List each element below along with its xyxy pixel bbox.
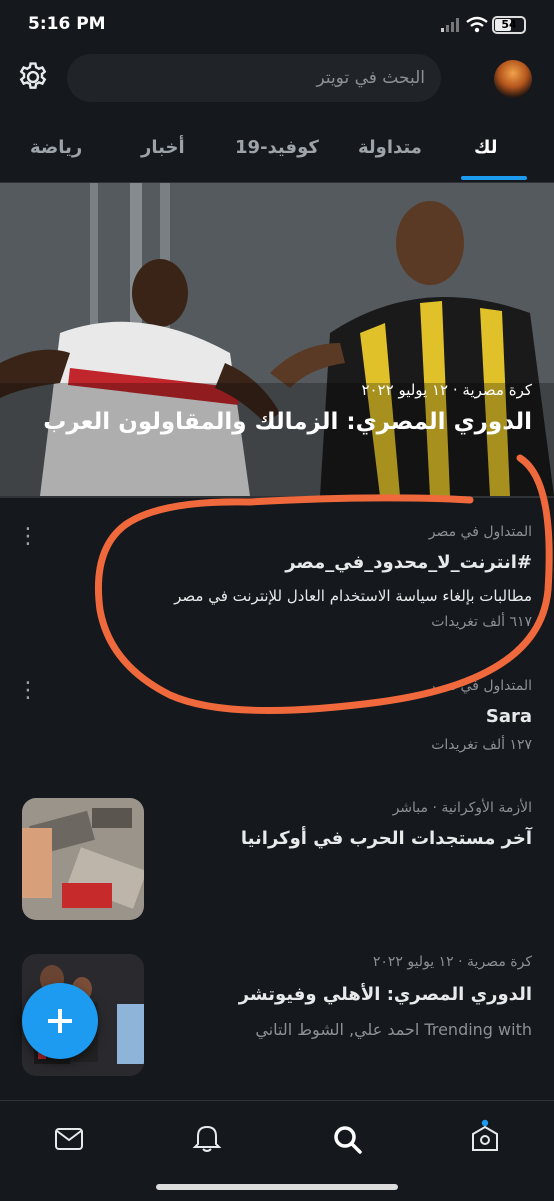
home-indicator	[156, 1184, 398, 1190]
search-input[interactable]: البحث في تويتر	[67, 54, 441, 102]
news-title: الدوري المصري: الأهلي وفيوتشر	[238, 984, 532, 1005]
news-meta: الأزمة الأوكرانية · مباشر	[392, 800, 532, 816]
news-thumbnail	[22, 798, 144, 920]
wifi-icon	[466, 16, 488, 33]
status-time: 5:16 PM	[28, 14, 106, 34]
tab-sports[interactable]: رياضة	[30, 137, 82, 158]
tab-covid[interactable]: كوفيد-19	[235, 137, 319, 158]
signal-icon	[441, 18, 459, 32]
search-icon[interactable]	[331, 1123, 363, 1155]
bell-icon[interactable]	[192, 1122, 222, 1154]
active-tab-indicator	[461, 176, 527, 180]
news-item[interactable]: الأزمة الأوكرانية · مباشر آخر مستجدات ال…	[0, 784, 554, 934]
gear-icon[interactable]	[16, 60, 50, 94]
mail-icon[interactable]	[54, 1125, 84, 1153]
status-bar: 5:16 PM 54	[0, 0, 554, 50]
battery-icon: 54	[492, 16, 526, 34]
news-footer: احمد علي, الشوط التاني Trending with	[255, 1020, 532, 1039]
spaces-home-icon[interactable]	[469, 1118, 501, 1154]
tab-trending[interactable]: متداولة	[358, 137, 422, 158]
compose-button[interactable]	[22, 983, 98, 1059]
annotation-circle	[94, 454, 553, 714]
news-title: آخر مستجدات الحرب في أوكرانيا	[240, 828, 532, 849]
plus-icon	[48, 1009, 72, 1033]
hero-title: الدوري المصري: الزمالك والمقاولون العرب	[43, 409, 532, 435]
news-meta: كرة مصرية · ١٢ يوليو ٢٠٢٢	[372, 954, 532, 970]
tab-news[interactable]: أخبار	[141, 137, 185, 158]
avatar[interactable]	[494, 60, 532, 98]
tab-for-you[interactable]: لك	[474, 137, 498, 158]
battery-level: 54	[501, 18, 517, 31]
hero-meta: كرة مصرية · ١٢ يوليو ٢٠٢٢	[361, 381, 532, 399]
